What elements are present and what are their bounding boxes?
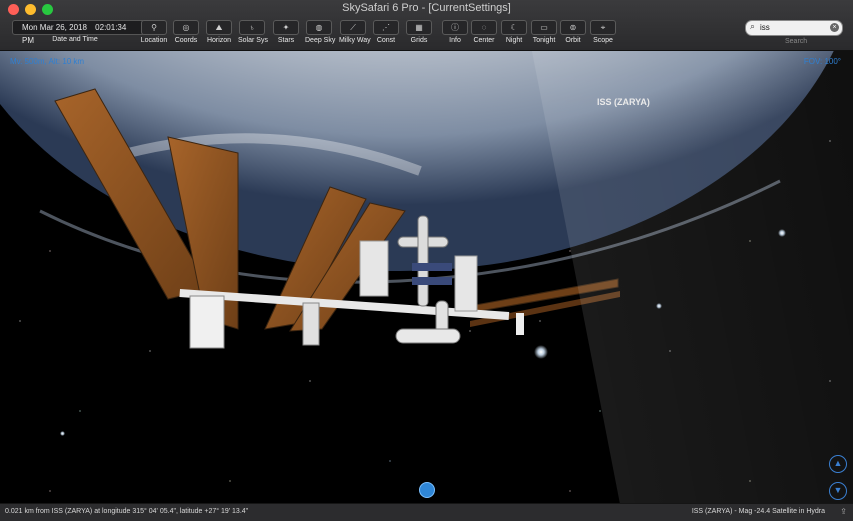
toolbar-center[interactable]: ◌ Center <box>470 20 498 46</box>
coords-icon: ◎ <box>173 20 199 35</box>
toolbar-label: Coords <box>174 37 198 44</box>
bright-star[interactable] <box>656 303 662 309</box>
toolbar-label: Grids <box>410 37 428 44</box>
toolbar-solar-sys[interactable]: ♄ Solar Sys <box>238 20 268 46</box>
toolbar-coords[interactable]: ◎ Coords <box>172 20 200 46</box>
toolbar-milky-way[interactable]: ⟋ Milky Way <box>339 20 371 46</box>
toolbar-tonight[interactable]: ▭ Tonight <box>530 20 558 46</box>
toolbar-label: Location <box>140 37 168 44</box>
toolbar-label: Center <box>473 37 495 44</box>
status-left-text: 0.021 km from ISS (ZARYA) at longitude 3… <box>5 508 249 515</box>
stars-icon: ✦ <box>273 20 299 35</box>
search-input[interactable] <box>760 22 824 33</box>
toolbar-label: Milky Way <box>339 37 371 44</box>
milky-way-icon: ⟋ <box>340 20 366 35</box>
toolbar-label: Orbit <box>565 37 581 44</box>
planet-icon: ♄ <box>239 20 265 35</box>
moon-icon: ☾ <box>501 20 527 35</box>
search-box[interactable]: ⌕ × <box>745 20 843 36</box>
search-label: Search <box>785 38 808 45</box>
status-bar: 0.021 km from ISS (ZARYA) at longitude 3… <box>0 503 853 521</box>
toolbar-night[interactable]: ☾ Night <box>500 20 528 46</box>
toolbar-label: Scope <box>593 37 613 44</box>
toolbar-label: Solar Sys <box>238 37 268 44</box>
status-right-text: ISS (ZARYA) - Mag -24.4 Satellite in Hyd… <box>691 508 825 515</box>
toolbar-scope[interactable]: ⌖ Scope <box>589 20 617 46</box>
tonight-icon: ▭ <box>531 20 557 35</box>
globe-icon[interactable] <box>419 482 435 498</box>
galaxy-icon: ◍ <box>306 20 332 35</box>
orbit-icon: ⊚ <box>560 20 586 35</box>
center-icon: ◌ <box>471 20 497 35</box>
info-icon: ⓘ <box>442 20 468 35</box>
toolbar-label: Stars <box>277 37 295 44</box>
share-icon[interactable]: ⇪ <box>840 507 847 516</box>
toolbar-label: Const <box>376 37 396 44</box>
toolbar-label: Date and Time <box>52 36 98 43</box>
sky-view[interactable]: Mv. 500m, Alt: 10 km FOV: 100° ISS (ZARY… <box>0 51 853 503</box>
bright-star[interactable] <box>534 345 548 359</box>
date-value: Mon Mar 26, 2018 <box>22 23 87 32</box>
view-info-right: FOV: 100° <box>803 57 841 66</box>
view-info-left: Mv. 500m, Alt: 10 km <box>10 57 85 66</box>
toolbar-deep-sky[interactable]: ◍ Deep Sky <box>305 20 336 46</box>
bright-star[interactable] <box>60 431 65 436</box>
nav-down-button[interactable]: ▼ <box>829 482 847 500</box>
search-icon: ⌕ <box>750 21 756 31</box>
toolbar-label: Deep Sky <box>305 37 336 44</box>
toolbar-const[interactable]: ⋰ Const <box>372 20 400 46</box>
toolbar-orbit[interactable]: ⊚ Orbit <box>559 20 587 46</box>
constellation-icon: ⋰ <box>373 20 399 35</box>
date-time-field[interactable]: Mon Mar 26, 2018 02:01:34 PM <box>12 20 145 45</box>
toolbar-label: Info <box>449 37 461 44</box>
object-label[interactable]: ISS (ZARYA) <box>597 97 650 107</box>
toolbar-stars[interactable]: ✦ Stars <box>272 20 300 46</box>
telescope-icon: ⌖ <box>590 20 616 35</box>
toolbar-grids[interactable]: ▦ Grids <box>405 20 433 46</box>
grid-icon: ▦ <box>406 20 432 35</box>
toolbar-info[interactable]: ⓘ Info <box>441 20 469 46</box>
window-title: SkySafari 6 Pro - [CurrentSettings] <box>342 2 511 14</box>
toolbar-location[interactable]: ⚲ Location <box>140 20 168 46</box>
location-pin-icon: ⚲ <box>141 20 167 35</box>
toolbar-label: Horizon <box>206 37 232 44</box>
horizon-icon: ⛰ <box>206 20 232 35</box>
nav-up-button[interactable]: ▲ <box>829 455 847 473</box>
bright-star[interactable] <box>778 229 786 237</box>
toolbar-horizon[interactable]: ⛰ Horizon <box>205 20 233 46</box>
clear-search-icon[interactable]: × <box>830 23 839 32</box>
title-bar: SkySafari 6 Pro - [CurrentSettings] Mon … <box>0 0 853 51</box>
toolbar-label: Tonight <box>532 37 556 44</box>
toolbar-label: Night <box>505 37 523 44</box>
